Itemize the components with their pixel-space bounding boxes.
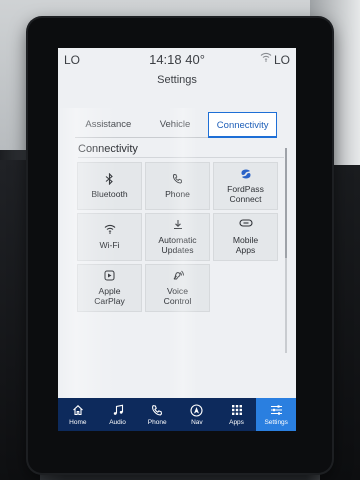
home-icon: [72, 404, 84, 417]
tile-label: Mobile Apps: [232, 235, 259, 255]
nav-navigation[interactable]: Nav: [177, 398, 217, 431]
nav-label: Home: [69, 418, 87, 426]
touchscreen: LO 14:18 40° LO Settings Assistance Vehi…: [58, 48, 296, 431]
bottom-nav-bar: Home Audio Phone Nav Apps Settings: [58, 398, 296, 431]
music-icon: [112, 404, 124, 417]
nav-phone[interactable]: Phone: [137, 398, 177, 431]
settings-sliders-icon: [270, 404, 283, 417]
phone-settings-button[interactable]: Phone: [145, 162, 210, 210]
voice-control-button[interactable]: Voice Control: [145, 264, 210, 312]
fordpass-icon: [240, 168, 252, 180]
nav-label: Phone: [147, 418, 167, 426]
tile-label: Wi-Fi: [99, 240, 120, 250]
wifi-status-icon: [260, 52, 272, 65]
nav-apps[interactable]: Apps: [217, 398, 257, 431]
bluetooth-icon: [105, 172, 114, 186]
tile-label: Voice Control: [163, 286, 192, 306]
settings-tabs: Assistance Vehicle Connectivity: [75, 112, 278, 138]
phone-icon: [172, 173, 183, 185]
link-icon: [238, 219, 253, 231]
status-bar: LO 14:18 40° LO: [58, 48, 296, 70]
section-divider: [78, 157, 284, 158]
carplay-icon: [104, 270, 115, 282]
tab-vehicle[interactable]: Vehicle: [141, 112, 209, 138]
tab-assistance[interactable]: Assistance: [75, 112, 142, 138]
phone-icon: [151, 404, 163, 417]
tile-label: Phone: [165, 189, 190, 199]
scrollbar[interactable]: [285, 148, 287, 353]
nav-label: Nav: [191, 418, 203, 426]
wifi-button[interactable]: Wi-Fi: [77, 213, 142, 261]
voice-icon: [172, 270, 184, 282]
mobile-apps-button[interactable]: Mobile Apps: [213, 213, 278, 261]
tab-connectivity[interactable]: Connectivity: [208, 112, 278, 138]
nav-audio[interactable]: Audio: [98, 398, 138, 431]
apps-grid-icon: [231, 404, 243, 417]
connectivity-grid: Bluetooth Phone FordPass Connect Wi-Fi A…: [77, 162, 285, 312]
nav-label: Settings: [264, 418, 288, 426]
tile-label: Bluetooth: [91, 189, 128, 199]
download-icon: [173, 219, 183, 231]
nav-home[interactable]: Home: [58, 398, 98, 431]
section-heading: Connectivity: [78, 143, 138, 155]
page-title: Settings: [157, 74, 197, 86]
nav-label: Audio: [109, 418, 126, 426]
scrollbar-thumb[interactable]: [285, 148, 287, 258]
tile-label: Automatic Updates: [158, 235, 197, 255]
apple-carplay-button[interactable]: Apple CarPlay: [77, 264, 142, 312]
nav-label: Apps: [229, 418, 244, 426]
tile-label: Apple CarPlay: [94, 286, 125, 306]
right-temp-setting[interactable]: LO: [274, 53, 290, 67]
navigation-icon: [190, 403, 203, 417]
wifi-icon: [104, 224, 116, 236]
fordpass-connect-button[interactable]: FordPass Connect: [213, 162, 278, 210]
automatic-updates-button[interactable]: Automatic Updates: [145, 213, 210, 261]
bluetooth-button[interactable]: Bluetooth: [77, 162, 142, 210]
nav-settings[interactable]: Settings: [256, 398, 296, 431]
tile-label: FordPass Connect: [227, 184, 264, 204]
